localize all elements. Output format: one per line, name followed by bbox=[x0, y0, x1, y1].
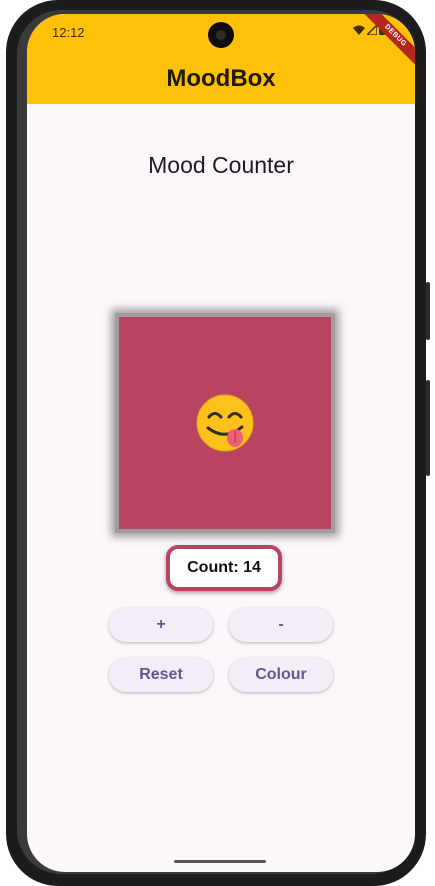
front-camera bbox=[208, 22, 234, 48]
colour-button[interactable]: Colour bbox=[229, 658, 333, 692]
wifi-icon bbox=[353, 25, 365, 35]
increment-button[interactable]: + bbox=[109, 608, 213, 642]
debug-banner: DEBUG bbox=[362, 14, 415, 69]
power-button bbox=[426, 282, 430, 340]
volume-button bbox=[426, 380, 430, 476]
signal-icon bbox=[367, 24, 377, 35]
screen: 12:12 DEBUG MoodBox Mood Counter Count: … bbox=[27, 14, 415, 872]
count-badge: Count: 14 bbox=[166, 545, 282, 591]
mood-box[interactable] bbox=[115, 313, 335, 533]
face-savoring-food-icon bbox=[195, 393, 255, 453]
reset-button[interactable]: Reset bbox=[109, 658, 213, 692]
app-title: MoodBox bbox=[166, 65, 276, 92]
app-bar: 12:12 DEBUG MoodBox bbox=[27, 14, 415, 104]
page-title: Mood Counter bbox=[148, 152, 294, 178]
status-time: 12:12 bbox=[52, 25, 85, 40]
home-indicator[interactable] bbox=[174, 860, 266, 863]
decrement-button[interactable]: - bbox=[229, 608, 333, 642]
